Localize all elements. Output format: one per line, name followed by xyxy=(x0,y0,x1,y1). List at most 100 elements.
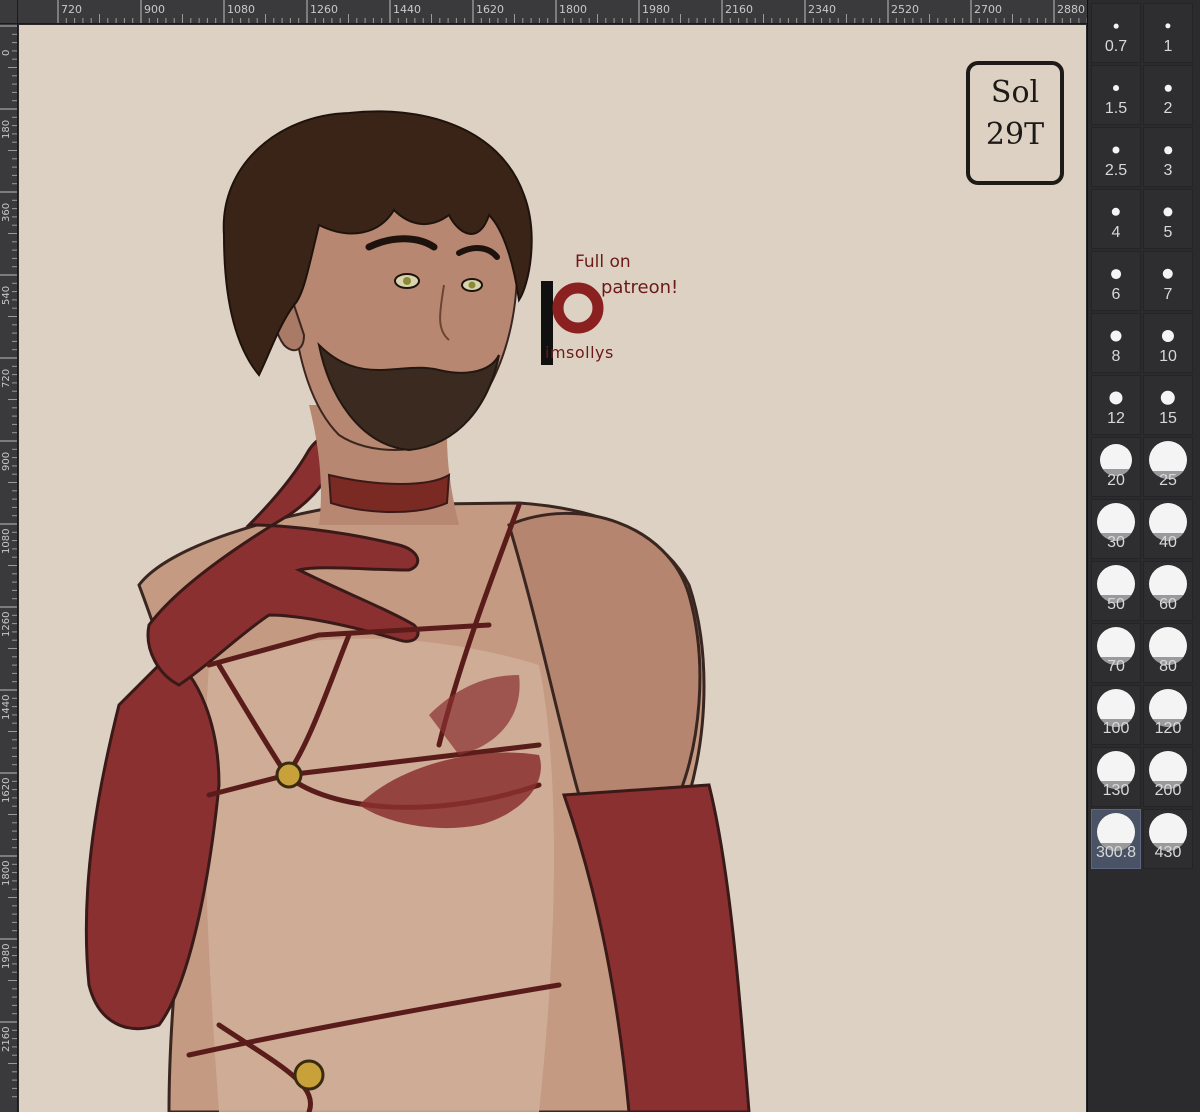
ruler-left-label: 1260 xyxy=(1,611,12,637)
drawing-canvas[interactable]: Full on patreon! imsollys Sol 29T xyxy=(19,25,1086,1112)
ruler-left-label: 1800 xyxy=(1,860,12,886)
ruler-top-label: 720 xyxy=(61,3,82,16)
brush-size-120[interactable]: 120 xyxy=(1143,685,1193,745)
brush-preview-icon xyxy=(1160,390,1176,406)
patreon-note-line1: Full on xyxy=(575,252,631,272)
ruler-left-label: 900 xyxy=(1,451,12,471)
brush-size-label: 8 xyxy=(1111,348,1121,365)
ruler-top-label: 2880 xyxy=(1057,3,1085,16)
brush-preview-icon xyxy=(1112,146,1120,154)
brush-size-80[interactable]: 80 xyxy=(1143,623,1193,683)
artwork-illustration xyxy=(84,110,751,1112)
ruler-top-label: 1080 xyxy=(227,3,255,16)
ruler-left-label: 720 xyxy=(1,368,12,388)
brush-preview-icon xyxy=(1165,23,1171,29)
brush-preview-icon xyxy=(1113,23,1119,29)
brush-size-label: 70 xyxy=(1107,658,1125,675)
brush-size-label: 50 xyxy=(1107,596,1125,613)
brush-preview-icon xyxy=(1111,207,1121,217)
brush-size-label: 100 xyxy=(1102,720,1130,737)
brush-size-label: 15 xyxy=(1159,410,1177,427)
ruler-left-label: 540 xyxy=(1,285,12,305)
ruler-top-label: 1440 xyxy=(393,3,421,16)
brush-size-label: 60 xyxy=(1159,596,1177,613)
brush-size-label: 3 xyxy=(1163,162,1173,179)
brush-size-grid: 0.7 1 1.5 2 2.5 3 4 5 6 7 8 10 12 15 20 25 30 40 50 60 70 80 1… xyxy=(1091,3,1195,869)
brush-size-label: 2 xyxy=(1163,100,1173,117)
brush-size-1[interactable]: 1 xyxy=(1143,3,1193,63)
brush-size-label: 7 xyxy=(1163,286,1173,303)
brush-size-10[interactable]: 10 xyxy=(1143,313,1193,373)
ruler-left-label: 1440 xyxy=(1,694,12,720)
brush-size-12[interactable]: 12 xyxy=(1091,375,1141,435)
brush-size-40[interactable]: 40 xyxy=(1143,499,1193,559)
brush-size-3[interactable]: 3 xyxy=(1143,127,1193,187)
brush-size-7[interactable]: 7 xyxy=(1143,251,1193,311)
ruler-top-ticks xyxy=(57,0,1087,23)
ruler-left-label: 1620 xyxy=(1,777,12,803)
brush-size-label: 6 xyxy=(1111,286,1121,303)
ruler-top-label: 900 xyxy=(144,3,165,16)
brush-size-label: 120 xyxy=(1154,720,1182,737)
ruler-top-label: 1800 xyxy=(559,3,587,16)
ruler-left-label: 1980 xyxy=(1,943,12,969)
patreon-note-line2: patreon! xyxy=(601,277,679,298)
brush-size-430[interactable]: 430 xyxy=(1143,809,1193,869)
brush-size-label: 0.7 xyxy=(1104,38,1128,55)
brush-preview-icon xyxy=(1111,269,1121,279)
brush-size-60[interactable]: 60 xyxy=(1143,561,1193,621)
brush-size-label: 200 xyxy=(1154,782,1182,799)
brush-size-130[interactable]: 130 xyxy=(1091,747,1141,807)
brush-preview-icon xyxy=(1164,146,1172,154)
ruler-left-label: 360 xyxy=(1,202,12,222)
brush-size-15[interactable]: 15 xyxy=(1143,375,1193,435)
brush-size-label: 30 xyxy=(1107,534,1125,551)
brush-size-6[interactable]: 6 xyxy=(1091,251,1141,311)
brush-preview-icon xyxy=(1109,391,1123,405)
ruler-left-label: 0 xyxy=(1,49,12,56)
brush-size-70[interactable]: 70 xyxy=(1091,623,1141,683)
brush-size-8[interactable]: 8 xyxy=(1091,313,1141,373)
patreon-handle: imsollys xyxy=(545,343,614,362)
brush-size-label: 2.5 xyxy=(1104,162,1128,179)
signature-line2: 29T xyxy=(985,117,1045,152)
ruler-top-label: 2340 xyxy=(808,3,836,16)
brush-size-label: 40 xyxy=(1159,534,1177,551)
brush-size-300-8[interactable]: 300.8 xyxy=(1091,809,1141,869)
artist-signature: Sol 29T xyxy=(966,61,1064,185)
brush-size-100[interactable]: 100 xyxy=(1091,685,1141,745)
brush-size-5[interactable]: 5 xyxy=(1143,189,1193,249)
brush-size-200[interactable]: 200 xyxy=(1143,747,1193,807)
brush-size-label: 12 xyxy=(1107,410,1125,427)
brush-size-1-5[interactable]: 1.5 xyxy=(1091,65,1141,125)
brush-preview-icon xyxy=(1162,268,1174,280)
ruler-top-label: 2160 xyxy=(725,3,753,16)
brush-preview-icon xyxy=(1113,85,1119,91)
brush-size-2[interactable]: 2 xyxy=(1143,65,1193,125)
ruler-left[interactable]: 0 180 360 540 720 900 1080 1260 1440 1620 1800 1980… xyxy=(0,24,18,1112)
brush-size-25[interactable]: 25 xyxy=(1143,437,1193,497)
brush-size-30[interactable]: 30 xyxy=(1091,499,1141,559)
brush-size-label: 430 xyxy=(1154,844,1182,861)
brush-size-label: 80 xyxy=(1159,658,1177,675)
ruler-left-label: 2160 xyxy=(1,1026,12,1052)
ruler-top[interactable]: 720 900 1080 1260 1440 1620 1800 1980 2160 2340 25… xyxy=(18,0,1087,24)
brush-size-20[interactable]: 20 xyxy=(1091,437,1141,497)
brush-size-label: 10 xyxy=(1159,348,1177,365)
signature-line1: Sol xyxy=(990,75,1040,110)
brush-preview-icon xyxy=(1163,207,1173,217)
ruler-corner xyxy=(0,0,18,24)
brush-preview-icon xyxy=(1161,329,1175,343)
brush-size-label: 5 xyxy=(1163,224,1173,241)
ruler-top-label: 2520 xyxy=(891,3,919,16)
brush-size-50[interactable]: 50 xyxy=(1091,561,1141,621)
brush-size-panel: 0.7 1 1.5 2 2.5 3 4 5 6 7 8 10 12 15 20 25 30 40 50 60 70 80 1… xyxy=(1087,0,1200,1112)
brush-size-4[interactable]: 4 xyxy=(1091,189,1141,249)
ruler-top-label: 1980 xyxy=(642,3,670,16)
brush-size-0-7[interactable]: 0.7 xyxy=(1091,3,1141,63)
brush-size-label: 130 xyxy=(1102,782,1130,799)
ruler-top-label: 2700 xyxy=(974,3,1002,16)
ruler-left-label: 1080 xyxy=(1,528,12,554)
brush-size-label: 4 xyxy=(1111,224,1121,241)
brush-size-2-5[interactable]: 2.5 xyxy=(1091,127,1141,187)
